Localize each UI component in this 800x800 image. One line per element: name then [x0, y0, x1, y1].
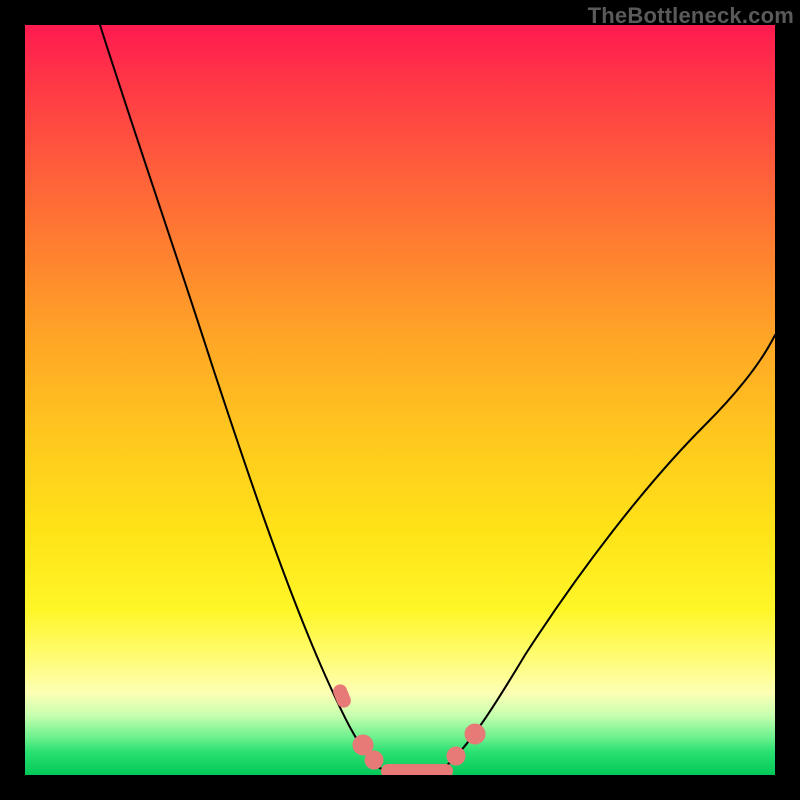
plot-area: [25, 25, 775, 775]
marker-dot: [447, 747, 465, 765]
series-left-branch: [100, 25, 377, 767]
series-right-branch: [445, 335, 775, 767]
marker-dot: [365, 751, 383, 769]
marker-dot: [465, 724, 485, 744]
markers-group: [331, 682, 485, 775]
chart-frame: TheBottleneck.com: [0, 0, 800, 800]
chart-svg: [25, 25, 775, 775]
marker-pill-valley: [381, 764, 453, 775]
watermark-text: TheBottleneck.com: [588, 3, 794, 29]
